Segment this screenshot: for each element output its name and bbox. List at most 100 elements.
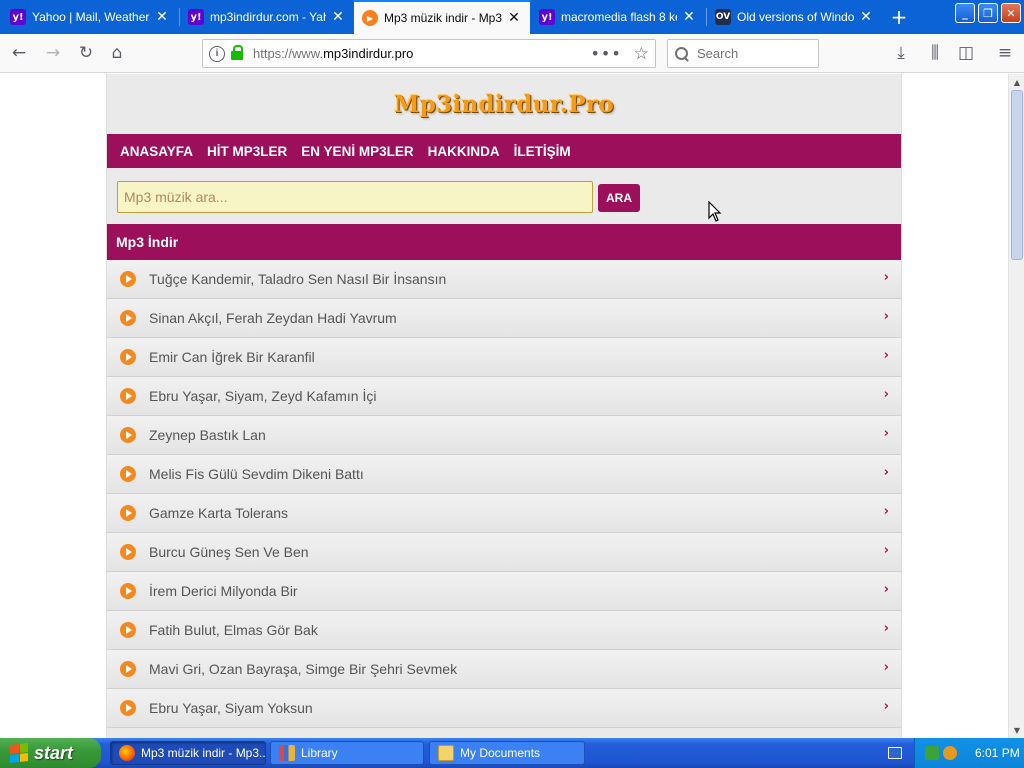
menu-item-iletisim[interactable]: İLETİŞİM bbox=[514, 144, 571, 159]
tab-title: Yahoo | Mail, Weather, Search, Politics,… bbox=[32, 10, 150, 24]
song-title[interactable]: Gamze Karta Tolerans bbox=[149, 505, 288, 521]
keyboard-icon[interactable] bbox=[888, 747, 902, 759]
library-icon[interactable]: ⫼ bbox=[924, 42, 946, 64]
chevron-right-icon[interactable]: › bbox=[884, 387, 889, 402]
tab-macromedia[interactable]: y! macromedia flash 8 key - Yahoo Search… bbox=[531, 0, 705, 34]
taskbar-item-library[interactable]: Library bbox=[270, 741, 424, 765]
list-item[interactable]: Ebru Yaşar, Siyam, Zeyd Kafamın İçi › bbox=[107, 377, 901, 416]
play-icon[interactable] bbox=[120, 700, 136, 716]
song-title[interactable]: İrem Derici Milyonda Bir bbox=[149, 583, 298, 599]
list-item[interactable]: Ebru Yaşar, Siyam Yoksun › bbox=[107, 689, 901, 728]
chevron-right-icon[interactable]: › bbox=[884, 348, 889, 363]
tab-yahoo-search[interactable]: y! mp3indirdur.com - Yahoo Search Result… bbox=[180, 0, 354, 34]
info-icon[interactable]: i bbox=[209, 45, 225, 62]
song-title[interactable]: Emir Can İğrek Bir Karanfil bbox=[149, 349, 315, 365]
chevron-right-icon[interactable]: › bbox=[884, 660, 889, 675]
taskbar-item-my-documents[interactable]: My Documents bbox=[429, 741, 585, 765]
tab-close-icon[interactable]: ✕ bbox=[154, 9, 170, 25]
list-item[interactable]: Melis Fis Gülü Sevdim Dikeni Battı › bbox=[107, 455, 901, 494]
scroll-up-icon[interactable]: ▲ bbox=[1009, 74, 1024, 90]
play-icon[interactable] bbox=[120, 661, 136, 677]
play-icon[interactable] bbox=[120, 349, 136, 365]
download-icon[interactable]: ⤓ bbox=[890, 42, 912, 64]
menu-item-hakkinda[interactable]: HAKKINDA bbox=[428, 144, 500, 159]
mp3-search-input[interactable] bbox=[117, 181, 593, 213]
scroll-thumb[interactable] bbox=[1011, 90, 1023, 260]
new-tab-button[interactable]: + bbox=[888, 0, 910, 34]
reload-icon[interactable]: ↻ bbox=[75, 42, 97, 64]
network-icon[interactable] bbox=[925, 746, 939, 760]
chevron-right-icon[interactable]: › bbox=[884, 270, 889, 285]
browser-search-input[interactable] bbox=[697, 46, 807, 61]
list-item[interactable]: Tuğçe Kandemir, Taladro Sen Nasıl Bir İn… bbox=[107, 260, 901, 299]
menu-icon[interactable]: ≡ bbox=[994, 42, 1016, 64]
forward-icon[interactable]: → bbox=[42, 42, 64, 64]
song-title[interactable]: Ebru Yaşar, Siyam, Zeyd Kafamın İçi bbox=[149, 388, 376, 404]
song-title[interactable]: Sinan Akçıl, Ferah Zeydan Hadi Yavrum bbox=[149, 310, 397, 326]
song-title[interactable]: Ebru Yaşar, Siyam Yoksun bbox=[149, 700, 313, 716]
tab-yahoo-mail[interactable]: y! Yahoo | Mail, Weather, Search, Politi… bbox=[2, 0, 178, 34]
site-container: Mp3indirdur.Pro ANASAYFA HİT MP3LER EN Y… bbox=[106, 74, 902, 738]
vertical-scrollbar[interactable]: ▲ ▼ bbox=[1008, 74, 1024, 738]
menu-item-en-yeni-mp3ler[interactable]: EN YENİ MP3LER bbox=[301, 144, 413, 159]
chevron-right-icon[interactable]: › bbox=[884, 543, 889, 558]
sidebar-icon[interactable]: ◫ bbox=[955, 42, 977, 64]
play-icon[interactable] bbox=[120, 388, 136, 404]
tab-close-icon[interactable]: ✕ bbox=[506, 10, 522, 26]
play-icon[interactable] bbox=[120, 583, 136, 599]
play-icon[interactable] bbox=[120, 271, 136, 287]
back-icon[interactable]: ← bbox=[8, 42, 30, 64]
tab-close-icon[interactable]: ✕ bbox=[681, 9, 697, 25]
chevron-right-icon[interactable]: › bbox=[884, 309, 889, 324]
tab-mp3-muzik-indir[interactable]: ▶ Mp3 müzik indir - Mp3 indir ✕ bbox=[354, 0, 530, 34]
chevron-right-icon[interactable]: › bbox=[884, 465, 889, 480]
menu-item-hit-mp3ler[interactable]: HİT MP3LER bbox=[207, 144, 287, 159]
bookmark-star-icon[interactable]: ☆ bbox=[634, 44, 649, 64]
address-bar[interactable]: i https://www.mp3indirdur.pro ••• ☆ bbox=[202, 39, 656, 68]
chevron-right-icon[interactable]: › bbox=[884, 699, 889, 714]
browser-search-box[interactable] bbox=[667, 39, 819, 68]
start-button[interactable]: start bbox=[0, 738, 101, 768]
list-item[interactable]: Gamze Karta Tolerans › bbox=[107, 494, 901, 533]
home-icon[interactable]: ⌂ bbox=[106, 42, 128, 64]
song-title[interactable]: Tuğçe Kandemir, Taladro Sen Nasıl Bir İn… bbox=[149, 271, 446, 287]
chevron-right-icon[interactable]: › bbox=[884, 621, 889, 636]
song-title[interactable]: Melis Fis Gülü Sevdim Dikeni Battı bbox=[149, 466, 364, 482]
song-title[interactable]: Burcu Güneş Sen Ve Ben bbox=[149, 544, 309, 560]
list-item[interactable]: Zeynep Bastık Lan › bbox=[107, 416, 901, 455]
scroll-down-icon[interactable]: ▼ bbox=[1009, 722, 1024, 738]
search-tray-icon[interactable] bbox=[943, 746, 957, 760]
play-icon[interactable] bbox=[120, 466, 136, 482]
tab-close-icon[interactable]: ✕ bbox=[330, 9, 346, 25]
page-actions-icon[interactable]: ••• bbox=[590, 44, 621, 63]
song-title[interactable]: Mavi Gri, Ozan Bayraşa, Simge Bir Şehri … bbox=[149, 661, 457, 677]
site-search: ARA bbox=[107, 168, 901, 224]
play-icon[interactable] bbox=[120, 427, 136, 443]
url-text[interactable]: https://www.mp3indirdur.pro bbox=[253, 46, 590, 61]
list-item[interactable]: Mavi Gri, Ozan Bayraşa, Simge Bir Şehri … bbox=[107, 650, 901, 689]
play-icon[interactable] bbox=[120, 310, 136, 326]
site-logo[interactable]: Mp3indirdur.Pro bbox=[394, 91, 614, 118]
list-item[interactable]: Emir Can İğrek Bir Karanfil › bbox=[107, 338, 901, 377]
play-icon[interactable] bbox=[120, 544, 136, 560]
taskbar-item-firefox[interactable]: Mp3 müzik indir - Mp3... bbox=[110, 741, 266, 765]
minimize-button[interactable]: _ bbox=[955, 3, 975, 23]
section-title: Mp3 İndir bbox=[107, 224, 901, 260]
song-title[interactable]: Zeynep Bastık Lan bbox=[149, 427, 266, 443]
search-button[interactable]: ARA bbox=[598, 184, 640, 212]
tab-old-versions[interactable]: OV Old versions of Windows ✕ bbox=[707, 0, 882, 34]
list-item[interactable]: Burcu Güneş Sen Ve Ben › bbox=[107, 533, 901, 572]
chevron-right-icon[interactable]: › bbox=[884, 504, 889, 519]
song-title[interactable]: Fatih Bulut, Elmas Gör Bak bbox=[149, 622, 318, 638]
tab-close-icon[interactable]: ✕ bbox=[858, 9, 874, 25]
menu-item-anasayfa[interactable]: ANASAYFA bbox=[120, 144, 193, 159]
chevron-right-icon[interactable]: › bbox=[884, 582, 889, 597]
list-item[interactable]: İrem Derici Milyonda Bir › bbox=[107, 572, 901, 611]
list-item[interactable]: Sinan Akçıl, Ferah Zeydan Hadi Yavrum › bbox=[107, 299, 901, 338]
list-item[interactable]: Fatih Bulut, Elmas Gör Bak › bbox=[107, 611, 901, 650]
maximize-button[interactable]: ❐ bbox=[978, 3, 998, 23]
play-icon[interactable] bbox=[120, 505, 136, 521]
play-icon[interactable] bbox=[120, 622, 136, 638]
chevron-right-icon[interactable]: › bbox=[884, 426, 889, 441]
close-window-button[interactable]: ✕ bbox=[1001, 3, 1021, 23]
